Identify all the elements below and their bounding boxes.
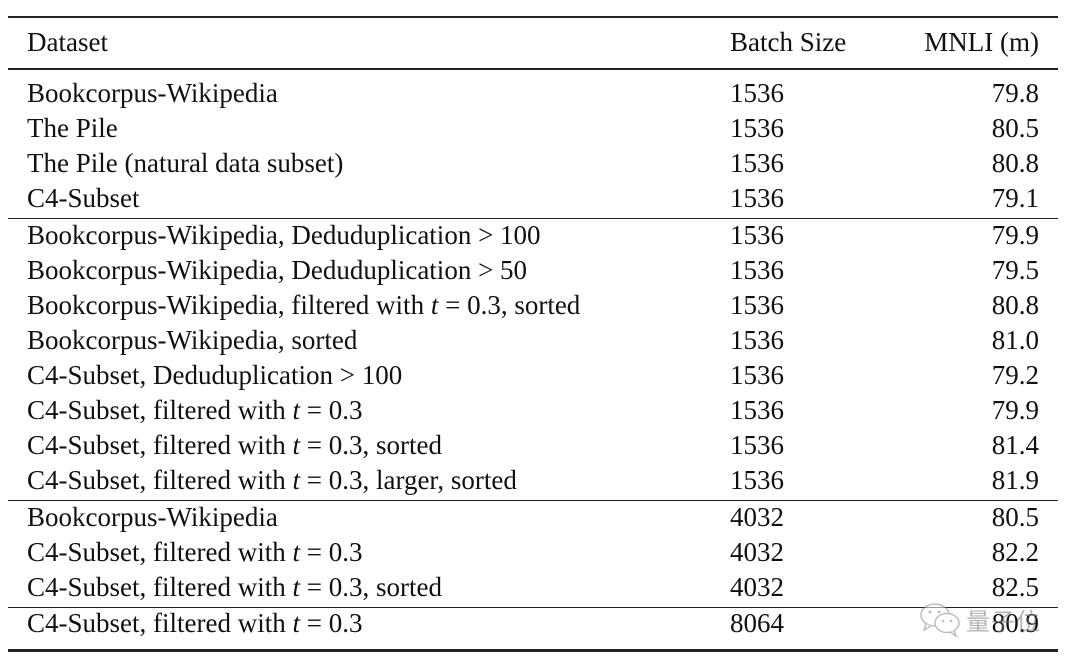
cell-batch-size: 1536 [730,148,784,178]
cell-mnli: 79.2 [991,360,1039,390]
cell-mnli: 81.0 [991,325,1039,355]
bottom-rule [8,649,1058,652]
cell-mnli: 82.2 [991,537,1039,567]
cell-dataset: Bookcorpus-Wikipedia, filtered with t = … [27,290,581,320]
table-row: Bookcorpus-Wikipedia, filtered with t = … [0,288,1080,323]
cell-mnli: 80.5 [991,113,1039,143]
math-variable-t: t [292,430,300,460]
cell-batch-size: 1536 [730,290,784,320]
cell-dataset: The Pile [27,113,118,143]
cell-batch-size: 4032 [730,537,784,567]
cell-mnli: 81.4 [991,430,1039,460]
cell-batch-size: 1536 [730,78,784,108]
math-variable-t: t [292,395,300,425]
math-variable-t: t [292,537,300,567]
cell-mnli: 79.5 [991,255,1039,285]
cell-mnli: 79.9 [991,395,1039,425]
cell-batch-size: 8064 [730,608,784,638]
cell-mnli: 79.1 [991,183,1039,213]
cell-dataset: C4-Subset, filtered with t = 0.3 [27,537,363,567]
cell-dataset: Bookcorpus-Wikipedia, Deduduplication > … [27,220,541,250]
table-row: C4-Subset, filtered with t = 0.3, sorted… [0,428,1080,463]
cell-dataset: The Pile (natural data subset) [27,148,344,178]
cell-mnli: 80.5 [991,502,1039,532]
cell-batch-size: 1536 [730,430,784,460]
header-dataset: Dataset [27,27,108,57]
cell-batch-size: 1536 [730,183,784,213]
table-row: C4-Subset, Deduduplication > 100 1536 79.2 [0,358,1080,393]
cell-dataset: C4-Subset, filtered with t = 0.3, sorted [27,572,442,602]
cell-dataset: C4-Subset, Deduduplication > 100 [27,360,403,390]
cell-dataset: Bookcorpus-Wikipedia [27,78,278,108]
wechat-icon [920,603,960,638]
cell-batch-size: 4032 [730,572,784,602]
math-variable-t: t [292,572,300,602]
table-row: Bookcorpus-Wikipedia, Deduduplication > … [0,218,1080,253]
table-row: Bookcorpus-Wikipedia, sorted 1536 81.0 [0,323,1080,358]
cell-dataset: C4-Subset, filtered with t = 0.3 [27,608,363,638]
table-row: C4-Subset, filtered with t = 0.3, larger… [0,463,1080,498]
table-row: C4-Subset, filtered with t = 0.3 4032 82.2 [0,535,1080,570]
table-row: C4-Subset 1536 79.1 [0,181,1080,216]
cell-mnli: 81.9 [991,465,1039,495]
table-row: Bookcorpus-Wikipedia 1536 79.8 [0,76,1080,111]
table-row: Bookcorpus-Wikipedia 4032 80.5 [0,500,1080,535]
cell-mnli: 79.9 [991,220,1039,250]
cell-batch-size: 1536 [730,360,784,390]
table-row: The Pile 1536 80.5 [0,111,1080,146]
watermark: 量子位 [918,600,1048,640]
cell-dataset: Bookcorpus-Wikipedia, Deduduplication > … [27,255,528,285]
cell-batch-size: 1536 [730,255,784,285]
math-variable-t: t [292,608,300,638]
cell-dataset: C4-Subset, filtered with t = 0.3, larger… [27,465,517,495]
cell-batch-size: 1536 [730,113,784,143]
cell-dataset: C4-Subset, filtered with t = 0.3, sorted [27,430,442,460]
math-variable-t: t [430,290,439,320]
cell-batch-size: 1536 [730,395,784,425]
cell-batch-size: 1536 [730,220,784,250]
top-rule [8,16,1058,18]
header-batch-size: Batch Size [730,27,847,57]
cell-batch-size: 1536 [730,465,784,495]
table-header: Dataset Batch Size MNLI (m) [0,25,1080,60]
table-row: C4-Subset, filtered with t = 0.3 1536 79.9 [0,393,1080,428]
cell-batch-size: 1536 [730,325,784,355]
cell-dataset: Bookcorpus-Wikipedia, sorted [27,325,358,355]
cell-batch-size: 4032 [730,502,784,532]
cell-mnli: 79.8 [991,78,1039,108]
cell-dataset: C4-Subset, filtered with t = 0.3 [27,395,363,425]
table-row: Bookcorpus-Wikipedia, Deduduplication > … [0,253,1080,288]
table-row: The Pile (natural data subset) 1536 80.8 [0,146,1080,181]
cell-mnli: 80.8 [991,148,1039,178]
math-variable-t: t [292,465,300,495]
watermark-text: 量子位 [966,608,1041,636]
header-mnli: MNLI (m) [924,27,1039,57]
cell-dataset: Bookcorpus-Wikipedia [27,502,278,532]
cell-mnli: 80.8 [991,290,1039,320]
cell-dataset: C4-Subset [27,183,140,213]
header-rule [8,68,1058,70]
